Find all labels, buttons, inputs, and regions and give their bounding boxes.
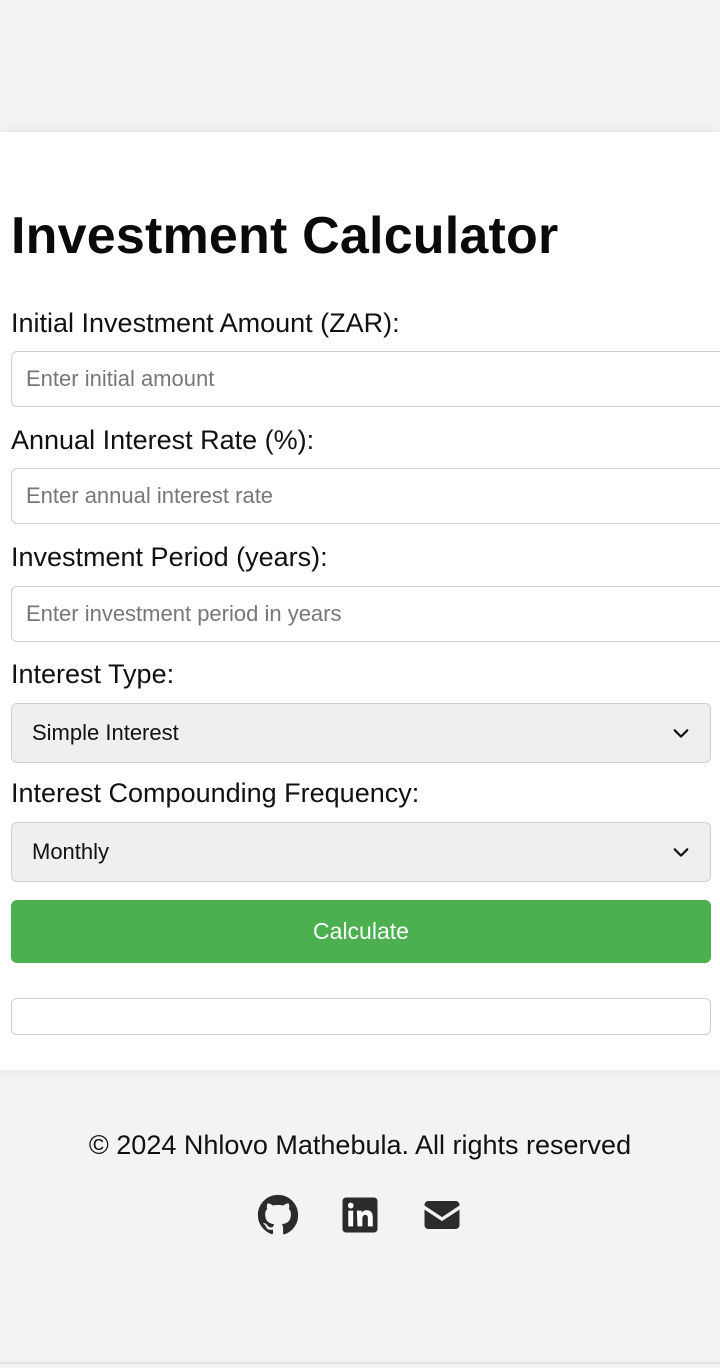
result-box: [11, 998, 711, 1035]
github-icon: [257, 1194, 299, 1235]
social-links: [0, 1194, 720, 1236]
interest-rate-input[interactable]: [11, 468, 720, 524]
top-band: [0, 0, 720, 132]
chevron-down-icon: [673, 729, 689, 738]
frequency-select[interactable]: Monthly: [11, 822, 711, 882]
envelope-icon: [424, 1201, 460, 1229]
page-title: Investment Calculator: [11, 207, 559, 265]
email-link[interactable]: [421, 1194, 463, 1236]
period-input[interactable]: [11, 586, 720, 642]
frequency-value: Monthly: [32, 839, 110, 864]
initial-amount-input[interactable]: [11, 351, 720, 407]
calculate-button[interactable]: Calculate: [11, 900, 711, 963]
interest-type-value: Simple Interest: [32, 720, 179, 745]
interest-type-select[interactable]: Simple Interest: [11, 703, 711, 763]
footer-copyright: © 2024 Nhlovo Mathebula. All rights rese…: [88, 1130, 632, 1160]
period-label: Investment Period (years):: [11, 542, 328, 572]
frequency-label: Interest Compounding Frequency:: [11, 778, 420, 808]
interest-rate-label: Annual Interest Rate (%):: [11, 425, 315, 455]
initial-amount-label: Initial Investment Amount (ZAR):: [11, 308, 400, 338]
linkedin-link[interactable]: [339, 1194, 381, 1236]
interest-type-label: Interest Type:: [11, 659, 175, 689]
linkedin-icon: [342, 1197, 378, 1233]
bottom-divider: [0, 1362, 720, 1364]
github-link[interactable]: [257, 1194, 299, 1236]
chevron-down-icon: [673, 848, 689, 857]
